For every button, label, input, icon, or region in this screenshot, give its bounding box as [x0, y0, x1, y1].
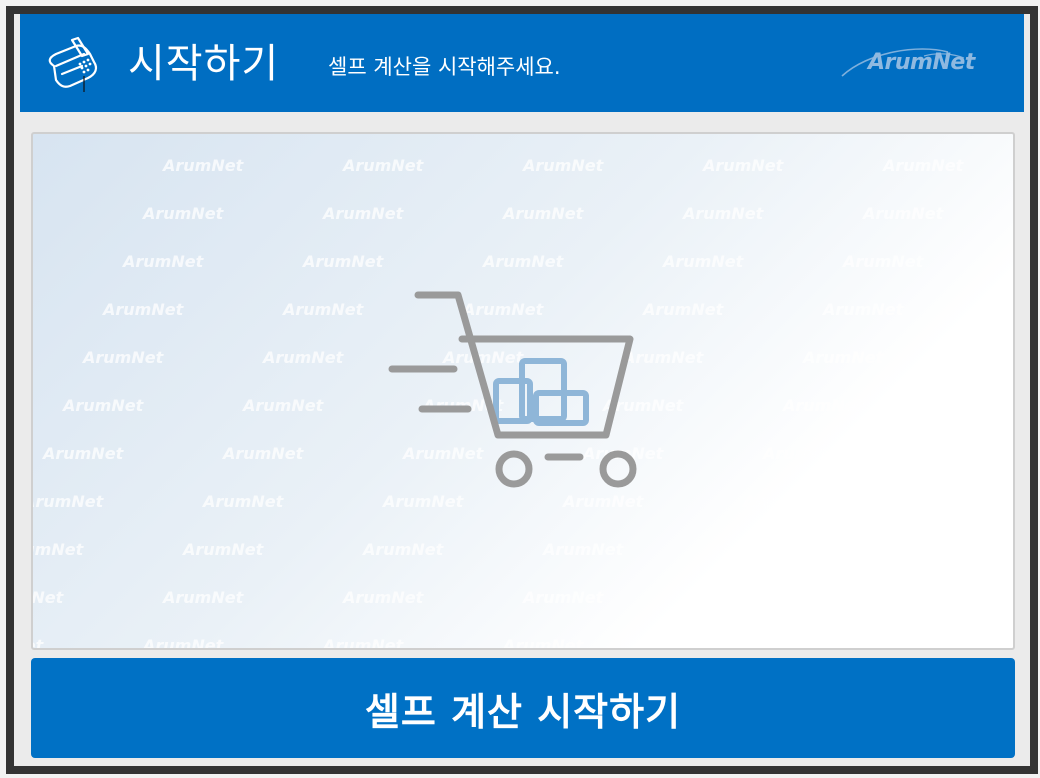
watermark-logo: ArumNet — [303, 252, 384, 271]
page-title: 시작하기 — [128, 41, 280, 87]
watermark-logo: ArumNet — [483, 252, 564, 271]
watermark-logo: ArumNet — [503, 636, 584, 650]
watermark-logo: ArumNet — [143, 204, 224, 223]
watermark-logo: ArumNet — [1003, 300, 1015, 319]
watermark-logo: ArumNet — [203, 492, 284, 511]
watermark-logo: ArumNet — [163, 588, 244, 607]
watermark-logo: ArumNet — [163, 156, 244, 175]
watermark-logo: ArumNet — [223, 444, 304, 463]
watermark-logo: ArumNet — [323, 204, 404, 223]
kiosk-frame: 시작하기 셀프 계산을 시작해주세요. ArumNet ArumNet ArumN… — [6, 6, 1038, 774]
watermark-logo: ArumNet — [723, 540, 804, 559]
watermark-logo: ArumNet — [703, 156, 784, 175]
watermark-logo: ArumNet — [43, 444, 124, 463]
watermark-logo: ArumNet — [33, 636, 44, 650]
watermark-logo: ArumNet — [523, 156, 604, 175]
watermark-logo: ArumNet — [103, 300, 184, 319]
watermark-logo: ArumNet — [31, 492, 104, 511]
watermark-logo: ArumNet — [843, 252, 924, 271]
arumnet-logo: ArumNet — [838, 44, 978, 84]
watermark-logo: ArumNet — [123, 252, 204, 271]
watermark-logo: ArumNet — [863, 204, 944, 223]
shopping-cart-icon — [388, 291, 637, 488]
page-subtitle: 셀프 계산을 시작해주세요. — [328, 55, 561, 79]
watermark-logo: ArumNet — [263, 348, 344, 367]
watermark-logo: ArumNet — [563, 492, 644, 511]
watermark-logo: ArumNet — [243, 396, 324, 415]
watermark-logo: ArumNet — [823, 300, 904, 319]
watermark-logo: ArumNet — [543, 540, 624, 559]
watermark-logo: ArumNet — [743, 492, 824, 511]
watermark-logo: ArumNet — [943, 444, 1015, 463]
watermark-logo: ArumNet — [343, 156, 424, 175]
watermark-logo: ArumNet — [903, 540, 984, 559]
watermark-logo: ArumNet — [523, 588, 604, 607]
watermark-logo: ArumNet — [343, 588, 424, 607]
watermark-logo: ArumNet — [363, 540, 444, 559]
watermark-logo: ArumNet — [803, 348, 884, 367]
watermark-logo: ArumNet — [283, 300, 364, 319]
watermark-logo: ArumNet — [383, 492, 464, 511]
watermark-logo: ArumNet — [183, 540, 264, 559]
main-display: ArumNet ArumNet ArumNet ArumNet ArumNet ArumN… — [31, 132, 1015, 650]
watermark-logo: ArumNet — [883, 156, 964, 175]
watermark-logo: ArumNet — [83, 348, 164, 367]
start-self-checkout-button[interactable]: 셀프 계산 시작하기 — [31, 658, 1015, 758]
watermark-logo: ArumNet — [683, 204, 764, 223]
watermark-logo: ArumNet — [63, 396, 144, 415]
watermark-logo: ArumNet — [503, 204, 584, 223]
watermark-logo: ArumNet — [33, 540, 84, 559]
watermark-logo: ArumNet — [683, 636, 764, 650]
watermark-logo: ArumNet — [883, 588, 964, 607]
watermark-logo: ArumNet — [963, 396, 1013, 415]
logo-text: ArumNet — [868, 50, 975, 75]
watermark-logo: ArumNet — [703, 588, 784, 607]
watermark-logo: ArumNet — [323, 636, 404, 650]
watermark-logo: ArumNet — [923, 492, 1004, 511]
watermark-logo: ArumNet — [31, 588, 64, 607]
watermark-logo: ArumNet — [143, 636, 224, 650]
watermark-logo: ArumNet — [983, 348, 1015, 367]
watermark-logo: ArumNet — [783, 396, 864, 415]
watermark-logo: ArumNet — [663, 252, 744, 271]
watermark-logo: ArumNet — [863, 636, 944, 650]
watermark-logo: ArumNet — [763, 444, 844, 463]
header-bar: 시작하기 셀프 계산을 시작해주세요. ArumNet — [20, 14, 1024, 112]
payment-card-terminal-icon — [48, 36, 98, 92]
